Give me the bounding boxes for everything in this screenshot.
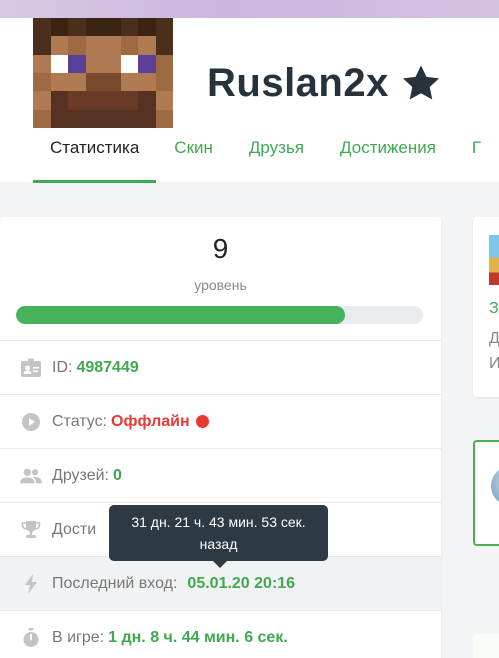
status-label: Статус: <box>52 412 108 430</box>
side-card-text-1: Д <box>489 330 499 347</box>
last-login-value[interactable]: 05.01.20 20:16 <box>187 575 295 593</box>
playtime-label: В игре: <box>52 628 105 646</box>
level-progress-bar <box>16 306 423 324</box>
username: Ruslan2x <box>207 60 389 105</box>
username-row: Ruslan2x <box>207 58 441 108</box>
side-card-avatar <box>491 466 499 506</box>
side-card-text-2: И <box>489 355 499 372</box>
id-value: 4987449 <box>76 358 139 376</box>
bolt-icon <box>20 573 42 595</box>
profile-tabs: Статистика Скин Друзья Достижения Г <box>33 126 499 183</box>
tab-more[interactable]: Г <box>472 126 481 183</box>
side-card-bottom <box>473 634 499 658</box>
friends-icon <box>20 465 42 487</box>
trophy-icon <box>20 519 42 541</box>
tooltip-line-1: 31 дн. 21 ч. 43 мин. 53 сек. <box>131 514 306 530</box>
level-progress-fill <box>16 306 345 324</box>
tab-statistics[interactable]: Статистика <box>33 126 157 183</box>
side-card[interactable]: З Д И <box>473 217 499 397</box>
stopwatch-icon <box>20 627 42 649</box>
last-login-label: Последний вход: <box>52 574 178 592</box>
stat-row-playtime: В игре: 1 дн. 8 ч. 44 мин. 6 сек. <box>0 610 441 658</box>
avatar <box>33 18 173 128</box>
side-card-thumbnail <box>489 235 499 285</box>
stat-row-id: ID: 4987449 <box>0 340 441 394</box>
offline-indicator <box>195 415 209 428</box>
profile-header: Ruslan2x Статистика Скин Друзья Достижен… <box>0 18 499 183</box>
stat-row-status: Статус: Оффлайн <box>0 394 441 448</box>
playtime-value: 1 дн. 8 ч. 44 мин. 6 сек. <box>108 628 288 646</box>
last-login-tooltip: 31 дн. 21 ч. 43 мин. 53 сек. назад <box>109 505 328 568</box>
status-value: Оффлайн <box>111 412 190 430</box>
level-value: 9 <box>212 233 229 264</box>
tab-skin[interactable]: Скин <box>174 126 213 183</box>
play-circle-icon <box>20 411 42 433</box>
id-label: ID: <box>52 358 73 376</box>
star-icon <box>401 64 441 102</box>
id-card-icon <box>20 357 42 379</box>
tab-achievements[interactable]: Достижения <box>340 126 436 183</box>
side-card-highlighted[interactable] <box>473 440 499 546</box>
achievements-label: Дости <box>52 520 97 538</box>
tab-friends[interactable]: Друзья <box>249 126 304 183</box>
profile-banner <box>0 0 499 18</box>
stat-row-friends: Друзей: 0 <box>0 448 441 502</box>
side-card-title: З <box>489 300 499 317</box>
tooltip-line-2: назад <box>199 536 238 552</box>
friends-value: 0 <box>113 466 122 484</box>
stats-card: 9 уровень ID: 4987449 Статус: Оффлайн Др… <box>0 217 441 658</box>
level-label: уровень <box>194 277 247 293</box>
friends-label: Друзей: <box>52 466 109 484</box>
